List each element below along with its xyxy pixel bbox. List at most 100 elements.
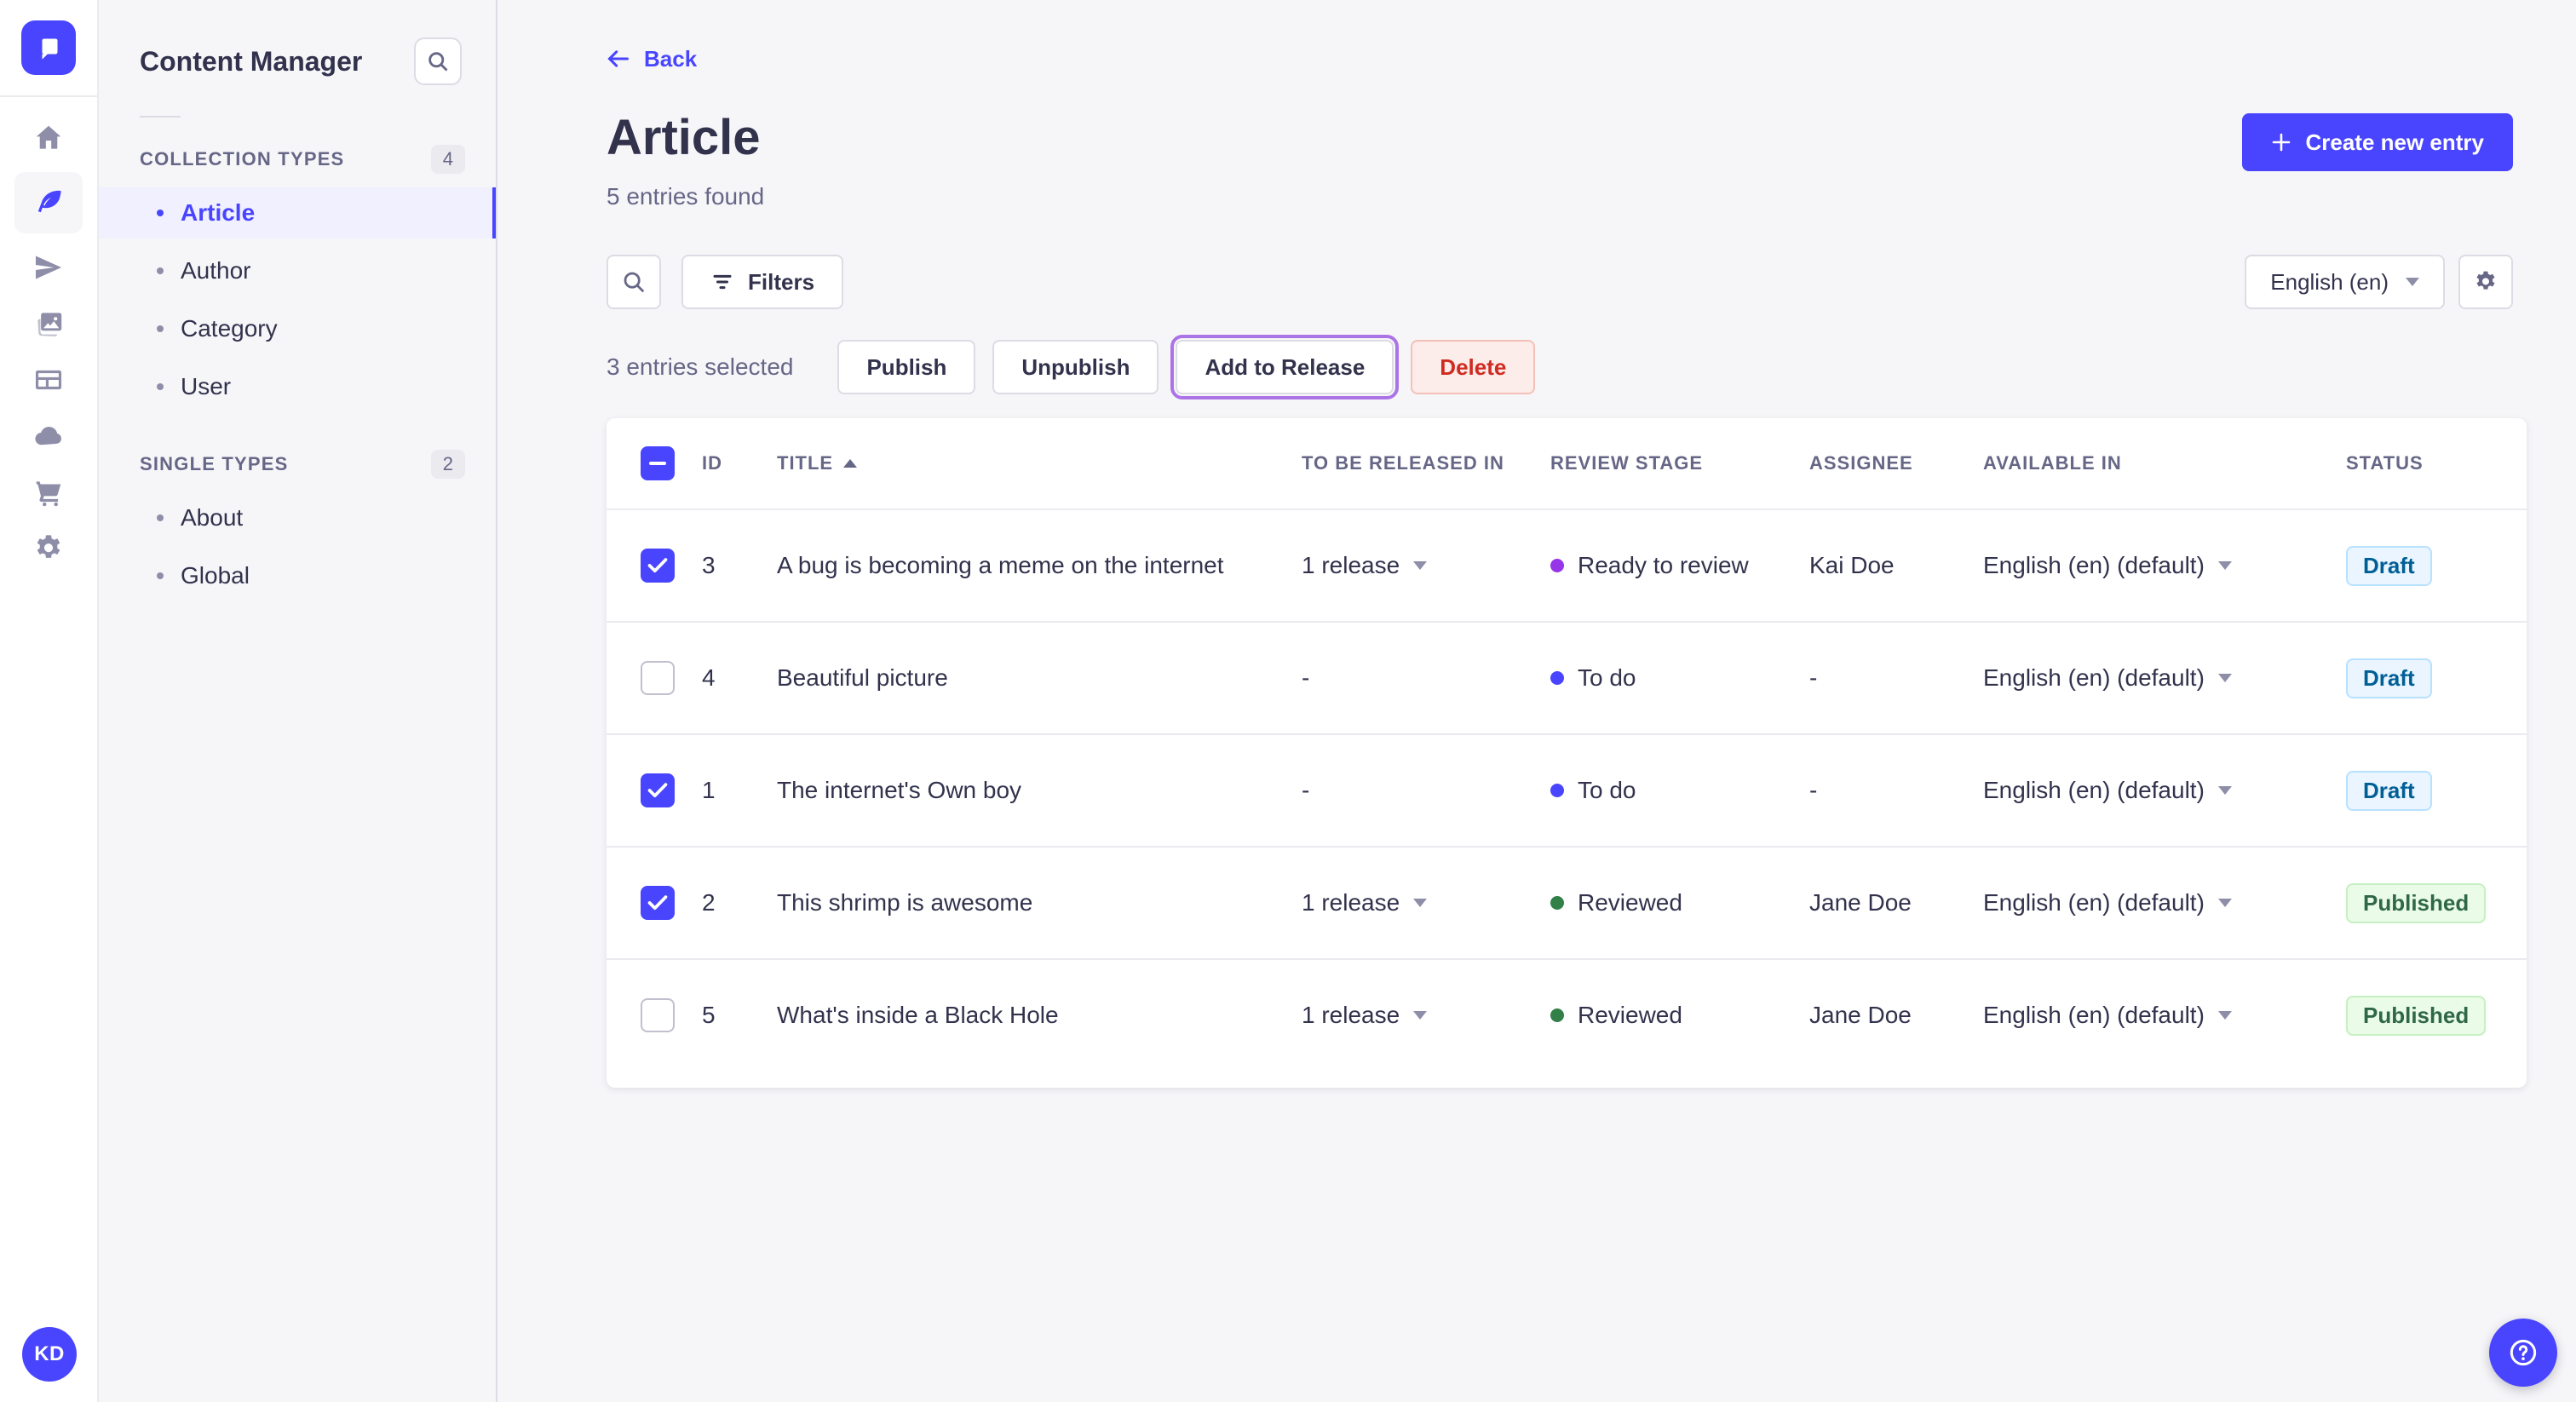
main-nav-rail: KD xyxy=(0,0,99,1402)
locale-select[interactable]: English (en) xyxy=(2245,255,2445,309)
table-header-row: ID TITLE TO BE RELEASED IN REVIEW STAGE … xyxy=(607,418,2527,509)
section-label-collection-types: COLLECTION TYPES xyxy=(140,148,345,170)
release-caret-icon xyxy=(1413,899,1428,907)
row-release[interactable]: 1 release xyxy=(1302,1002,1550,1029)
search-icon xyxy=(624,272,645,293)
sidebar-item-author[interactable]: Author xyxy=(99,245,496,296)
row-available-in[interactable]: English (en) (default) xyxy=(1983,552,2346,579)
row-id: 5 xyxy=(702,1002,716,1028)
table-row[interactable]: 2 This shrimp is awesome 1 release Revie… xyxy=(607,846,2527,958)
row-id: 4 xyxy=(702,664,716,691)
help-button[interactable] xyxy=(2489,1319,2557,1387)
stage-dot xyxy=(1550,896,1564,910)
status-badge: Draft xyxy=(2346,545,2432,586)
row-checkbox[interactable] xyxy=(641,773,675,807)
row-id: 1 xyxy=(702,777,716,803)
column-header-review-stage[interactable]: REVIEW STAGE xyxy=(1550,452,1809,474)
row-assignee: Jane Doe xyxy=(1809,1002,1912,1028)
deploy-icon[interactable] xyxy=(14,414,83,458)
sidebar-item-label: Category xyxy=(181,315,278,342)
arrow-left-icon xyxy=(607,50,630,67)
row-release[interactable]: - xyxy=(1302,777,1550,804)
logo-cell xyxy=(0,0,97,97)
row-available-in[interactable]: English (en) (default) xyxy=(1983,664,2346,692)
collection-types-count: 4 xyxy=(430,145,465,174)
view-settings-button[interactable] xyxy=(2458,255,2513,309)
row-release[interactable]: 1 release xyxy=(1302,552,1550,579)
status-badge: Published xyxy=(2346,995,2487,1036)
user-avatar[interactable]: KD xyxy=(22,1327,77,1382)
content-type-builder-icon[interactable] xyxy=(14,358,83,402)
search-button[interactable] xyxy=(607,255,661,309)
sidebar-item-label: Article xyxy=(181,199,256,226)
row-release[interactable]: - xyxy=(1302,664,1550,692)
row-review-stage: To do xyxy=(1550,664,1809,692)
bullet-icon xyxy=(157,267,164,274)
row-assignee: - xyxy=(1809,664,1818,691)
status-badge: Published xyxy=(2346,882,2487,923)
column-header-title[interactable]: TITLE xyxy=(777,452,1302,474)
filter-icon xyxy=(713,274,732,290)
table-row[interactable]: 3 A bug is becoming a meme on the intern… xyxy=(607,509,2527,621)
row-available-in[interactable]: English (en) (default) xyxy=(1983,777,2346,804)
sidebar-item-article[interactable]: Article xyxy=(99,187,496,238)
sidebar-item-about[interactable]: About xyxy=(99,492,496,543)
sidebar-item-label: About xyxy=(181,504,244,531)
bullet-icon xyxy=(157,383,164,390)
bullet-icon xyxy=(157,210,164,216)
stage-dot xyxy=(1550,671,1564,685)
column-header-status[interactable]: STATUS xyxy=(2346,452,2527,474)
publish-button[interactable]: Publish xyxy=(837,340,976,394)
media-library-icon[interactable] xyxy=(14,302,83,346)
filters-button[interactable]: Filters xyxy=(681,255,844,309)
bullet-icon xyxy=(157,325,164,332)
unpublish-button[interactable]: Unpublish xyxy=(992,340,1159,394)
row-available-in[interactable]: English (en) (default) xyxy=(1983,1002,2346,1029)
row-assignee: - xyxy=(1809,777,1818,803)
page-title: Article xyxy=(607,110,761,165)
create-new-entry-button[interactable]: Create new entry xyxy=(2242,113,2513,171)
back-link[interactable]: Back xyxy=(607,46,697,72)
releases-icon[interactable] xyxy=(14,245,83,290)
column-header-released-in[interactable]: TO BE RELEASED IN xyxy=(1302,452,1550,474)
release-caret-icon xyxy=(1413,1011,1428,1020)
delete-button[interactable]: Delete xyxy=(1411,340,1536,394)
select-all-checkbox[interactable] xyxy=(641,446,675,480)
table-row[interactable]: 1 The internet's Own boy - To do - Engli… xyxy=(607,733,2527,846)
check-icon xyxy=(647,783,668,798)
column-header-available-in[interactable]: AVAILABLE IN xyxy=(1983,452,2346,474)
sidebar-item-user[interactable]: User xyxy=(99,361,496,412)
column-header-assignee[interactable]: ASSIGNEE xyxy=(1809,452,1983,474)
table-row[interactable]: 5 What's inside a Black Hole 1 release R… xyxy=(607,958,2527,1071)
bullet-icon xyxy=(157,514,164,521)
app-window: KD Content Manager COLLECTION TYPES 4 Ar… xyxy=(0,0,2576,1402)
subnav-search-button[interactable] xyxy=(414,37,462,85)
row-checkbox[interactable] xyxy=(641,549,675,583)
sidebar-item-global[interactable]: Global xyxy=(99,550,496,601)
row-id: 3 xyxy=(702,552,716,578)
row-available-in[interactable]: English (en) (default) xyxy=(1983,889,2346,916)
divider xyxy=(140,116,181,118)
stage-dot xyxy=(1550,784,1564,797)
row-title: The internet's Own boy xyxy=(777,777,1022,803)
check-icon xyxy=(647,558,668,573)
row-release[interactable]: 1 release xyxy=(1302,889,1550,916)
row-checkbox[interactable] xyxy=(641,998,675,1032)
marketplace-icon[interactable] xyxy=(14,470,83,514)
strapi-logo[interactable] xyxy=(21,20,76,75)
settings-icon[interactable] xyxy=(14,526,83,571)
sidebar-item-label: Global xyxy=(181,562,250,589)
sort-ascending-icon xyxy=(843,459,858,468)
column-header-id[interactable]: ID xyxy=(702,452,777,474)
table-row[interactable]: 4 Beautiful picture - To do - English (e… xyxy=(607,621,2527,733)
entries-table: ID TITLE TO BE RELEASED IN REVIEW STAGE … xyxy=(607,418,2527,1088)
home-icon[interactable] xyxy=(14,116,83,160)
add-to-release-button[interactable]: Add to Release xyxy=(1170,335,1400,399)
sidebar-item-category[interactable]: Category xyxy=(99,303,496,354)
content-manager-icon[interactable] xyxy=(14,172,83,233)
row-checkbox[interactable] xyxy=(641,886,675,920)
chevron-down-icon xyxy=(2406,278,2419,286)
subnav-title: Content Manager xyxy=(140,45,363,77)
row-checkbox[interactable] xyxy=(641,661,675,695)
entries-count: 5 entries found xyxy=(607,183,765,210)
